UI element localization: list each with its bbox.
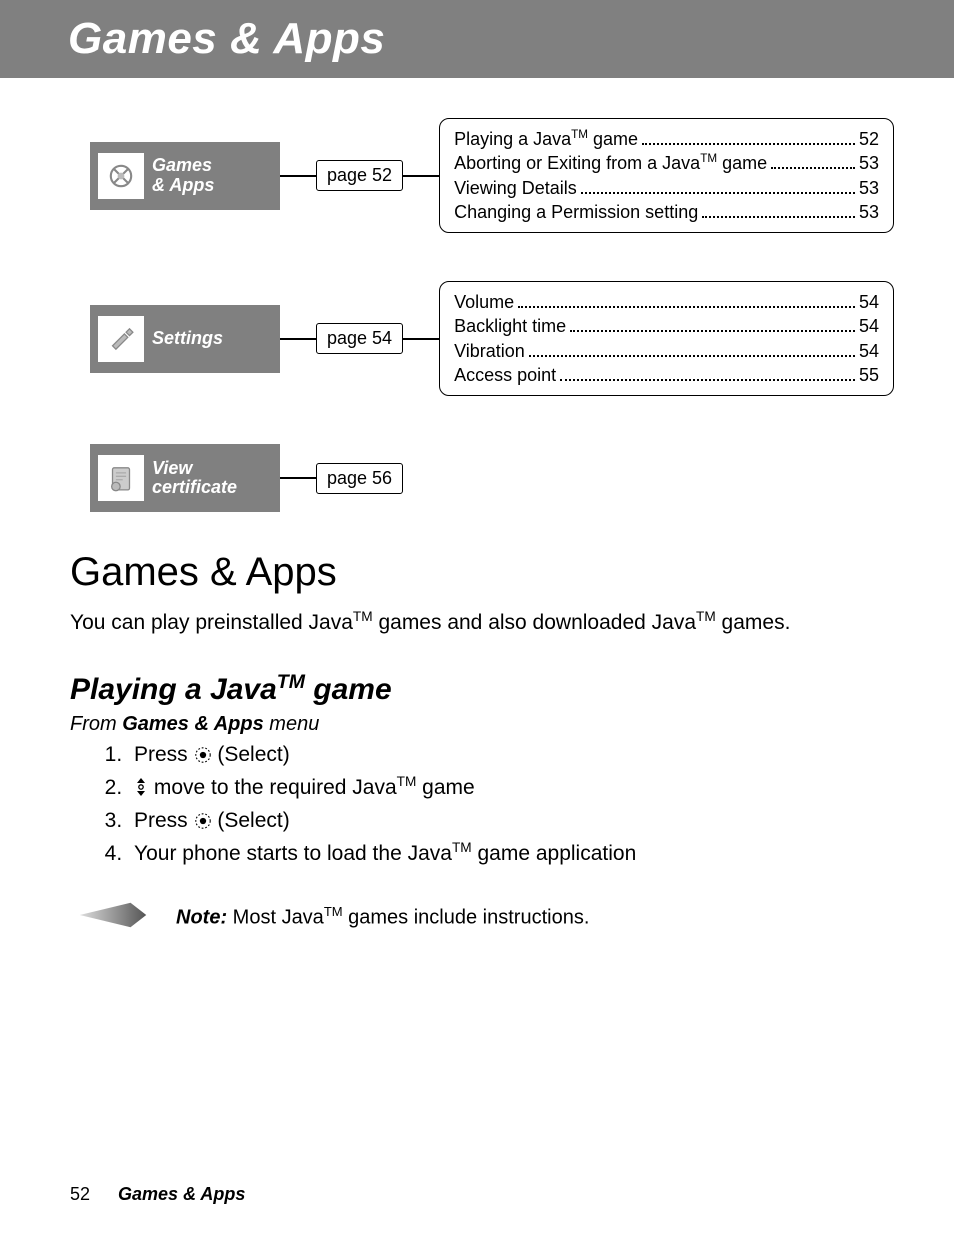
note-row: Note: Most JavaTM games include instruct… xyxy=(70,897,884,938)
toc-item: Backlight time54 xyxy=(454,314,879,338)
step-item: Press (Select) xyxy=(128,740,884,772)
connector-line xyxy=(403,175,439,177)
toc-item: Changing a Permission setting53 xyxy=(454,200,879,224)
arrow-icon xyxy=(78,897,148,938)
nav-row-games: Games & Apps page 52 Playing a JavaTM ga… xyxy=(90,118,894,233)
nav-area: Games & Apps page 52 Playing a JavaTM ga… xyxy=(90,118,894,560)
footer-title: Games & Apps xyxy=(118,1184,245,1205)
section-heading: Games & Apps xyxy=(70,550,884,595)
connector-line xyxy=(403,338,439,340)
certificate-icon xyxy=(98,455,144,501)
select-button-icon xyxy=(194,743,212,772)
steps-list: Press (Select) move to the required Java… xyxy=(70,740,884,869)
nav-card-label: View certificate xyxy=(152,459,237,499)
nav-card-label: Settings xyxy=(152,329,223,349)
nav-card-view-cert: View certificate xyxy=(90,444,280,512)
connector-line xyxy=(280,477,316,479)
step-item: Your phone starts to load the JavaTM gam… xyxy=(128,838,884,868)
toc-item: Playing a JavaTM game52 xyxy=(454,127,879,151)
step-item: Press (Select) xyxy=(128,806,884,838)
toc-item: Viewing Details53 xyxy=(454,176,879,200)
select-button-icon xyxy=(194,809,212,838)
footer-page-number: 52 xyxy=(70,1184,90,1205)
note-text: Note: Most JavaTM games include instruct… xyxy=(176,904,589,930)
toc-box-settings: Volume54 Backlight time54 Vibration54 Ac… xyxy=(439,281,894,396)
sub-heading: Playing a JavaTM game xyxy=(70,671,884,707)
footer: 52 Games & Apps xyxy=(70,1184,245,1205)
nav-row-settings: Settings page 54 Volume54 Backlight time… xyxy=(90,281,894,396)
toc-box-games: Playing a JavaTM game52 Aborting or Exit… xyxy=(439,118,894,233)
intro-text: You can play preinstalled JavaTM games a… xyxy=(70,609,884,635)
nav-card-games: Games & Apps xyxy=(90,142,280,210)
page-badge: page 52 xyxy=(316,160,403,191)
from-menu-line: From Games & Apps menu xyxy=(70,713,884,736)
connector-line xyxy=(280,338,316,340)
toc-item: Vibration54 xyxy=(454,339,879,363)
toc-item: Aborting or Exiting from a JavaTM game53 xyxy=(454,151,879,175)
toc-item: Volume54 xyxy=(454,290,879,314)
banner: Games & Apps xyxy=(0,0,954,78)
step-item: move to the required JavaTM game xyxy=(128,772,884,805)
games-icon xyxy=(98,153,144,199)
content: Games & Apps You can play preinstalled J… xyxy=(70,550,884,938)
nav-row-view-cert: View certificate page 56 xyxy=(90,444,894,512)
nav-card-settings: Settings xyxy=(90,305,280,373)
connector-line xyxy=(280,175,316,177)
nav-card-label: Games & Apps xyxy=(152,156,214,196)
nav-updown-icon xyxy=(134,776,148,805)
settings-icon xyxy=(98,316,144,362)
banner-title: Games & Apps xyxy=(68,14,385,64)
page: Games & Apps Games & Apps page 52 Playin… xyxy=(0,0,954,1245)
page-badge: page 56 xyxy=(316,463,403,494)
toc-item: Access point55 xyxy=(454,363,879,387)
page-badge: page 54 xyxy=(316,323,403,354)
